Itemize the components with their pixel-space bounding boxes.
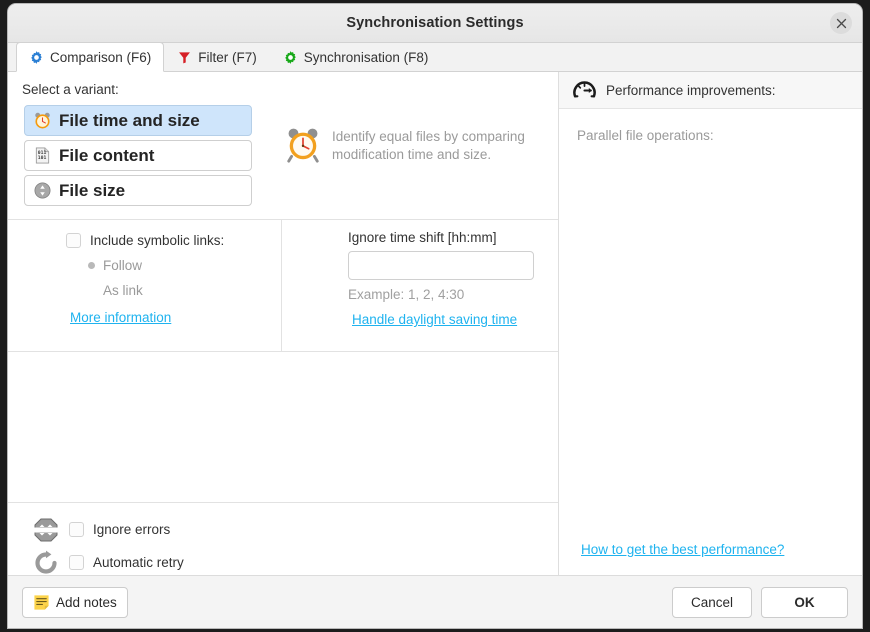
title-bar: Synchronisation Settings	[8, 4, 862, 43]
variant-file-content[interactable]: 011 101 File content	[24, 140, 252, 171]
alarm-clock-large-icon	[287, 128, 319, 163]
svg-text:101: 101	[38, 155, 47, 161]
settings-dialog: Synchronisation Settings Comparison (F6)…	[8, 4, 862, 628]
include-symbolic-links-checkbox[interactable]	[66, 233, 81, 248]
symlink-option-as-link[interactable]: As link	[85, 283, 281, 298]
ok-label: OK	[794, 594, 815, 610]
symlinks-column: Include symbolic links: Follow As link M…	[8, 220, 282, 351]
alarm-clock-icon	[35, 112, 50, 129]
symlink-option-label: As link	[103, 283, 143, 298]
performance-body: Parallel file operations: How to get the…	[559, 109, 862, 575]
close-icon	[836, 18, 846, 28]
file-size-icon	[34, 182, 51, 199]
automatic-retry-label: Automatic retry	[93, 555, 184, 570]
automatic-retry-checkbox[interactable]	[69, 555, 84, 570]
retry-arrow-icon	[35, 550, 57, 574]
ok-button[interactable]: OK	[761, 586, 848, 618]
select-variant-label: Select a variant:	[22, 82, 119, 97]
variant-label: File content	[59, 145, 155, 165]
variant-label: File time and size	[59, 110, 200, 130]
more-information-link[interactable]: More information	[70, 310, 171, 325]
close-button[interactable]	[830, 12, 852, 34]
add-notes-label: Add notes	[56, 594, 117, 610]
variant-label: File size	[59, 180, 126, 200]
ignore-errors-label: Ignore errors	[93, 522, 171, 537]
green-gear-icon	[284, 50, 296, 64]
stop-sign-icon	[34, 518, 58, 541]
handle-daylight-saving-time-link[interactable]: Handle daylight saving time	[352, 312, 517, 327]
ignore-errors-row[interactable]: Ignore errors	[32, 513, 558, 546]
radio-indicator	[88, 287, 95, 294]
left-pane-filler	[8, 352, 558, 503]
error-handling-section: Ignore errors Automatic retry	[8, 503, 558, 575]
best-performance-link[interactable]: How to get the best performance?	[581, 542, 784, 557]
tab-comparison[interactable]: Comparison (F6)	[16, 42, 165, 72]
dialog-content: Select a variant: File time and size 011…	[8, 72, 862, 575]
ignore-time-shift-input[interactable]	[348, 251, 534, 280]
cancel-label: Cancel	[690, 594, 734, 610]
note-icon	[34, 594, 49, 610]
include-symbolic-links-label: Include symbolic links:	[90, 233, 225, 248]
tab-filter-label: Filter (F7)	[198, 49, 257, 65]
add-notes-button[interactable]: Add notes	[22, 586, 128, 618]
include-symbolic-links-row[interactable]: Include symbolic links:	[66, 233, 281, 248]
ignore-errors-checkbox[interactable]	[69, 522, 84, 537]
variant-file-time-and-size[interactable]: File time and size	[24, 105, 252, 136]
ignore-time-shift-label: Ignore time shift [hh:mm]	[348, 230, 497, 245]
comparison-pane: Select a variant: File time and size 011…	[8, 72, 559, 575]
tab-bar: Comparison (F6) Filter (F7) Synchronisat…	[8, 42, 862, 72]
performance-pane: Performance improvements: Parallel file …	[559, 72, 862, 575]
time-shift-example: Example: 1, 2, 4:30	[348, 287, 465, 302]
binary-document-icon: 011 101	[35, 147, 50, 164]
options-section: Include symbolic links: Follow As link M…	[8, 220, 558, 352]
dialog-title: Synchronisation Settings	[346, 15, 524, 31]
performance-header-label: Performance improvements:	[606, 82, 776, 98]
cancel-button[interactable]: Cancel	[672, 586, 752, 618]
speedometer-icon	[573, 80, 596, 98]
red-funnel-icon	[179, 51, 191, 63]
tab-synchronisation-label: Synchronisation (F8)	[303, 49, 429, 65]
variant-list: File time and size 011 101 File content	[24, 105, 252, 210]
variant-description-text: Identify equal files by comparing modifi…	[332, 129, 525, 163]
dialog-footer: Add notes Cancel OK	[8, 575, 862, 628]
variant-section: Select a variant: File time and size 011…	[8, 72, 558, 220]
time-shift-column: Ignore time shift [hh:mm] Example: 1, 2,…	[282, 220, 558, 351]
blue-gear-icon	[31, 50, 42, 64]
symlink-option-follow[interactable]: Follow	[85, 258, 281, 273]
tab-filter[interactable]: Filter (F7)	[164, 42, 270, 71]
tab-comparison-label: Comparison (F6)	[50, 49, 152, 65]
parallel-file-operations-label: Parallel file operations:	[577, 128, 714, 143]
symlink-option-label: Follow	[103, 258, 143, 273]
tab-synchronisation[interactable]: Synchronisation (F8)	[270, 42, 442, 71]
performance-header: Performance improvements:	[559, 72, 862, 109]
radio-indicator	[88, 262, 95, 269]
variant-file-size[interactable]: File size	[24, 175, 252, 206]
variant-description: Identify equal files by comparing modifi…	[284, 125, 557, 210]
